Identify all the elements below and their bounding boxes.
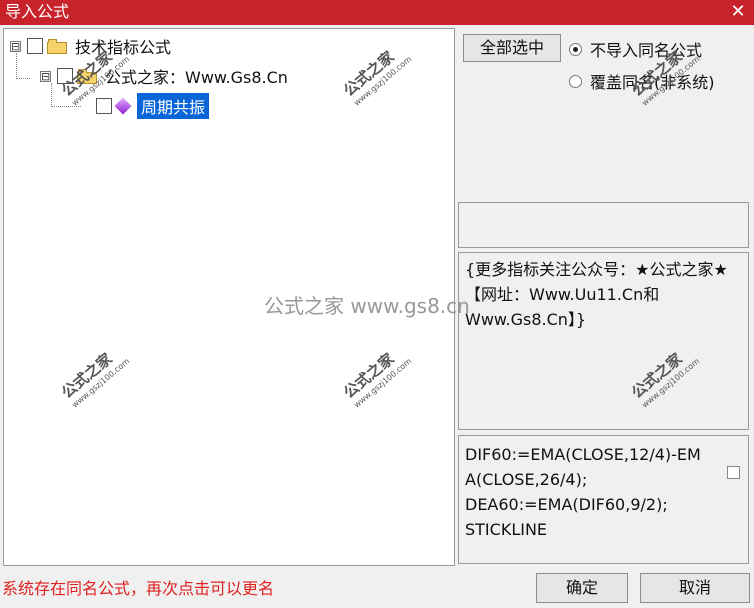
title-bar: 导入公式 ✕ xyxy=(0,0,754,25)
radio-overwrite-same-name[interactable]: 覆盖同名(非系统) xyxy=(569,69,715,93)
tree-connector xyxy=(51,106,81,107)
tree-node-group[interactable]: ⊟ 公式之家：Www.Gs8.Cn xyxy=(40,65,288,87)
ok-button[interactable]: 确定 xyxy=(536,573,628,603)
formula-tree[interactable]: ⊟ 技术指标公式 ⊟ 公式之家：Www.Gs8.Cn 周期共振 xyxy=(3,28,455,566)
description-panel: {更多指标关注公众号：★公式之家★【网址：Www.Uu11.Cn和Www.Gs8… xyxy=(458,252,749,430)
tree-node-label-selected: 周期共振 xyxy=(137,93,210,119)
code-preview-text: DIF60:=EMA(CLOSE,12/4)-EMA(CLOSE,26/4); … xyxy=(465,445,701,539)
formula-gem-icon xyxy=(114,97,132,115)
code-preview-panel[interactable]: DIF60:=EMA(CLOSE,12/4)-EMA(CLOSE,26/4); … xyxy=(458,435,749,564)
window-title: 导入公式 xyxy=(5,2,70,21)
radio-label: 覆盖同名(非系统) xyxy=(590,73,715,92)
wrap-checkbox[interactable] xyxy=(727,466,740,479)
tree-node-checkbox[interactable] xyxy=(27,38,43,54)
radio-selected-icon[interactable] xyxy=(569,42,582,56)
formula-name-box xyxy=(458,202,749,248)
tree-node-label: 技术指标公式 xyxy=(75,38,172,57)
folder-icon xyxy=(77,68,97,84)
tree-node-leaf[interactable]: 周期共振 xyxy=(90,93,210,119)
select-all-button[interactable]: 全部选中 xyxy=(463,34,561,62)
status-message: 系统存在同名公式，再次点击可以更名 xyxy=(2,579,275,598)
tree-node-checkbox[interactable] xyxy=(96,98,112,114)
radio-unselected-icon[interactable] xyxy=(569,74,582,88)
collapse-icon[interactable]: ⊟ xyxy=(10,40,21,52)
tree-connector xyxy=(16,78,30,79)
radio-no-import-same-name[interactable]: 不导入同名公式 xyxy=(569,37,702,61)
tree-node-root[interactable]: ⊟ 技术指标公式 xyxy=(10,35,171,57)
tree-node-label: 公式之家：Www.Gs8.Cn xyxy=(105,68,288,87)
description-text: {更多指标关注公众号：★公式之家★【网址：Www.Uu11.Cn和Www.Gs8… xyxy=(465,260,728,329)
collapse-icon[interactable]: ⊟ xyxy=(40,70,51,82)
close-icon[interactable]: ✕ xyxy=(728,1,748,23)
cancel-button[interactable]: 取消 xyxy=(640,573,750,603)
tree-node-checkbox[interactable] xyxy=(57,68,73,84)
radio-label: 不导入同名公式 xyxy=(590,41,703,60)
folder-icon xyxy=(47,38,67,54)
